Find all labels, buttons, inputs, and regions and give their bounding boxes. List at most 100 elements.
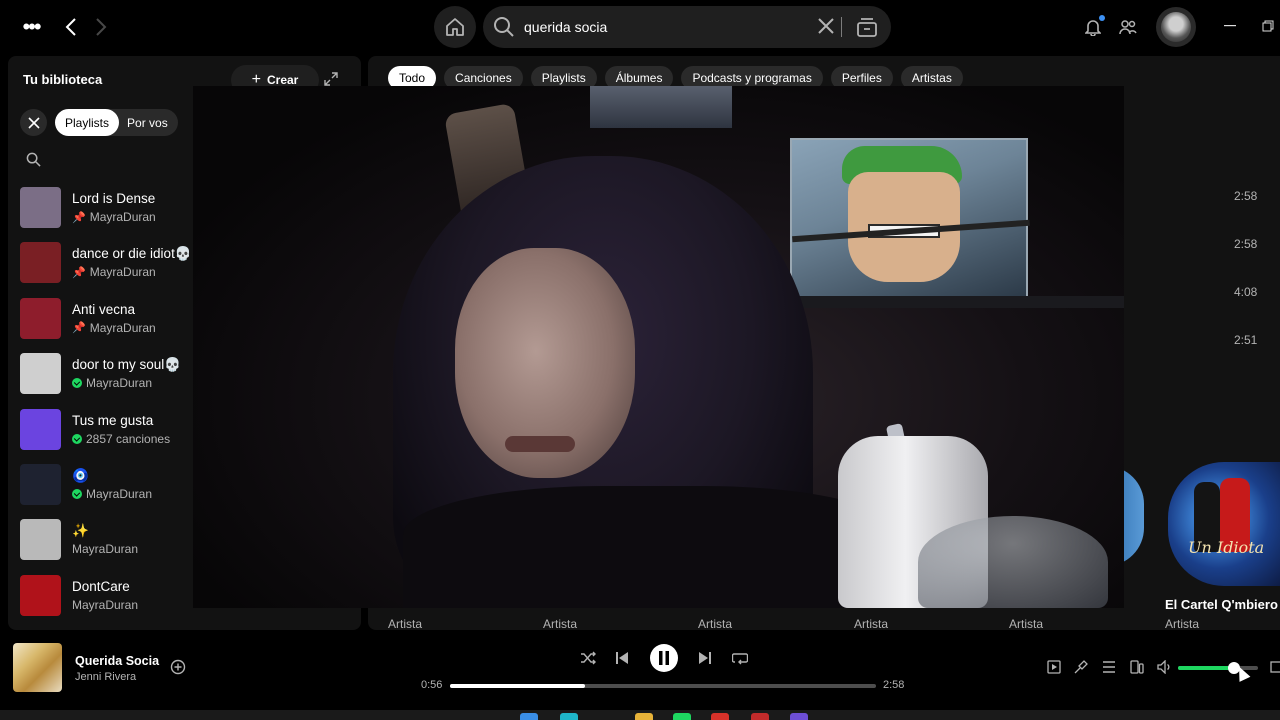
person-body <box>403 486 903 608</box>
search-bar[interactable] <box>483 6 891 48</box>
playlist-name: door to my soul💀 <box>72 357 182 373</box>
artist-art-text: Un Idiota <box>1188 538 1265 557</box>
now-playing-bar: Querida Socia Jenni Rivera 0:56 2:58 <box>0 638 1280 720</box>
person-mouth <box>505 436 575 452</box>
volume-fill <box>1178 666 1234 670</box>
playlist-subtitle: 2857 canciones <box>72 432 170 446</box>
volume-icon[interactable] <box>1157 659 1173 675</box>
wall-poster-small <box>590 86 732 128</box>
discord-icon[interactable] <box>790 713 808 720</box>
miniplayer-icon[interactable] <box>1268 659 1280 675</box>
artist-type-label: Artista <box>854 617 889 630</box>
song-durations: 2:58 2:58 4:08 2:51 <box>1234 189 1274 381</box>
playlist-cover <box>20 353 61 395</box>
playlist-owner: MayraDuran <box>89 210 156 224</box>
webcam-overlay <box>193 86 1124 608</box>
song-duration: 2:58 <box>1234 237 1258 251</box>
featured-artist-name[interactable]: El Cartel Q'mbiero <box>1165 597 1278 612</box>
playlist-cover <box>20 519 61 561</box>
playlist-subtitle: MayraDuran <box>72 487 152 501</box>
minimize-icon[interactable] <box>1222 18 1238 34</box>
playlist-owner: MayraDuran <box>86 486 153 501</box>
playlist-owner: MayraDuran <box>86 376 153 391</box>
song-duration: 2:51 <box>1234 333 1258 347</box>
artist-type-labels: Artista Artista Artista Artista Artista Artis… <box>388 617 1280 630</box>
queue-icon[interactable] <box>1101 659 1117 675</box>
search-input[interactable] <box>524 16 804 38</box>
now-playing-artist[interactable]: Jenni Rivera <box>75 671 136 683</box>
progress-fill <box>450 684 586 688</box>
artist-type-label: Artista <box>543 617 578 630</box>
playlist-cover <box>20 574 61 616</box>
progress-bar[interactable] <box>450 684 876 688</box>
pin-icon: 📌 <box>72 211 86 224</box>
browser-icon[interactable] <box>560 713 578 720</box>
user-avatar[interactable] <box>1156 7 1196 47</box>
close-icon <box>27 116 40 129</box>
playlist-subtitle: MayraDuran <box>72 598 138 612</box>
search-divider <box>841 17 842 37</box>
playlist-owner: 2857 canciones <box>86 431 171 446</box>
repeat-icon[interactable] <box>731 648 749 668</box>
folder-icon[interactable] <box>635 713 653 720</box>
playlist-subtitle: MayraDuran <box>72 542 138 556</box>
filter-chip-playlists[interactable]: Playlists <box>55 109 120 136</box>
playlist-cover <box>20 242 61 284</box>
playlist-name: Tus me gusta <box>72 412 154 428</box>
downloaded-icon <box>72 378 82 389</box>
playlist-name: ✨ <box>72 523 89 539</box>
playlist-name: DontCare <box>72 578 130 594</box>
pin-icon: 📌 <box>72 266 86 279</box>
friend-activity-icon[interactable] <box>1117 16 1139 38</box>
wall-poster-anime <box>790 138 1030 298</box>
shuffle-icon[interactable] <box>578 648 598 668</box>
library-search-icon[interactable] <box>26 152 41 172</box>
featured-artist-image[interactable]: Un Idiota <box>1168 462 1280 586</box>
lyrics-icon[interactable] <box>1073 659 1089 675</box>
browse-icon[interactable] <box>856 16 878 38</box>
artist-type-label: Artista <box>1009 617 1044 630</box>
now-playing-title[interactable]: Querida Socia <box>75 654 159 668</box>
search-icon <box>494 17 514 37</box>
playlist-name: dance or die idiot💀 <box>72 246 192 262</box>
library-title[interactable]: Tu biblioteca <box>23 72 102 87</box>
playlist-owner: MayraDuran <box>89 265 156 280</box>
connect-device-icon[interactable] <box>1129 659 1145 675</box>
clear-filter-button[interactable] <box>20 109 47 136</box>
pin-icon: 📌 <box>72 322 86 335</box>
pause-icon <box>659 651 669 665</box>
home-button[interactable] <box>434 6 476 48</box>
elapsed-time: 0:56 <box>421 679 443 691</box>
app-red-icon[interactable] <box>711 713 729 720</box>
start-icon[interactable] <box>520 713 538 720</box>
filter-chips: Playlists Por vos <box>55 109 178 136</box>
app-record-icon[interactable] <box>751 713 769 720</box>
playlist-subtitle: 📌 MayraDuran <box>72 210 156 224</box>
next-icon[interactable] <box>697 648 713 668</box>
menu-dots-icon[interactable]: ••• <box>18 14 44 40</box>
playlist-cover <box>20 187 61 228</box>
artist-type-label: Artista <box>698 617 733 630</box>
playlist-subtitle: 📌 MayraDuran <box>72 321 156 335</box>
spotify-icon[interactable] <box>673 713 691 720</box>
previous-icon[interactable] <box>614 648 630 668</box>
playlist-cover <box>20 408 61 450</box>
shelf <box>753 296 1124 308</box>
total-time: 2:58 <box>883 679 905 691</box>
forward-icon[interactable] <box>90 14 112 40</box>
playlist-owner: MayraDuran <box>72 542 139 557</box>
downloaded-icon <box>72 433 82 444</box>
filter-chip-por-vos[interactable]: Por vos <box>119 116 178 130</box>
clear-search-icon[interactable] <box>816 16 836 36</box>
create-label: Crear <box>266 73 299 87</box>
back-icon[interactable] <box>60 14 82 40</box>
playlist-name: Anti vecna <box>72 301 136 317</box>
add-to-library-icon[interactable] <box>170 659 186 680</box>
pause-button[interactable] <box>650 644 678 672</box>
downloaded-icon <box>72 488 82 499</box>
glass-bowl <box>918 516 1108 608</box>
now-playing-view-icon[interactable] <box>1046 659 1062 675</box>
restore-icon[interactable] <box>1260 18 1276 34</box>
notification-dot <box>1099 15 1105 21</box>
now-playing-cover[interactable] <box>13 643 62 692</box>
